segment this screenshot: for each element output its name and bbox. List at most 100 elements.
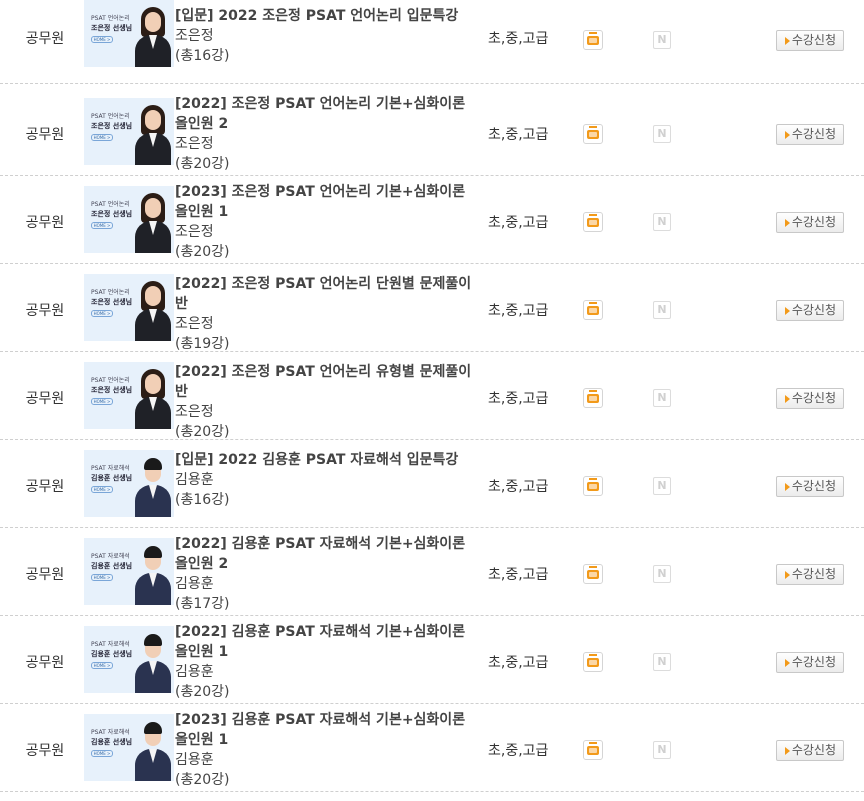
tv-icon[interactable] xyxy=(583,30,603,50)
level-label: 초,중,고급 xyxy=(488,391,549,407)
enroll-button[interactable]: 수강신청 xyxy=(776,300,844,321)
course-thumbnail[interactable]: PSAT 언어논리 조은정 선생님 HOME > xyxy=(84,362,174,429)
enroll-button[interactable]: 수강신청 xyxy=(776,564,844,585)
enroll-button[interactable]: 수강신청 xyxy=(776,30,844,51)
enroll-button[interactable]: 수강신청 xyxy=(776,388,844,409)
instructor-name: 조은정 xyxy=(175,316,214,332)
thumb-badge: HOME > xyxy=(91,486,113,493)
level-label: 초,중,고급 xyxy=(488,567,549,583)
tv-icon[interactable] xyxy=(583,564,603,584)
course-thumbnail[interactable]: PSAT 자료해석 김용훈 선생님 HOME > xyxy=(84,538,174,605)
level-label: 초,중,고급 xyxy=(488,31,549,47)
instructor-photo xyxy=(134,543,172,605)
thumb-subject: PSAT 언어논리 xyxy=(91,289,130,296)
instructor-photo xyxy=(134,279,172,341)
category-label: 공무원 xyxy=(25,655,65,671)
level-label: 초,중,고급 xyxy=(488,127,549,143)
mobile-n-icon[interactable]: N xyxy=(653,389,671,407)
category-label: 공무원 xyxy=(25,31,65,47)
instructor-photo xyxy=(134,367,172,429)
thumb-subject: PSAT 자료해석 xyxy=(91,641,130,648)
course-title[interactable]: [2022] 김용훈 PSAT 자료해석 기본+심화이론 올인원 2 xyxy=(175,534,480,574)
category-label: 공무원 xyxy=(25,303,65,319)
tv-icon[interactable] xyxy=(583,388,603,408)
instructor-name: 조은정 xyxy=(175,28,214,44)
course-thumbnail[interactable]: PSAT 자료해석 김용훈 선생님 HOME > xyxy=(84,626,174,693)
thumb-subject: PSAT 언어논리 xyxy=(91,15,130,22)
instructor-name: 김용훈 xyxy=(175,472,214,488)
thumb-badge: HOME > xyxy=(91,36,113,43)
course-title[interactable]: [2023] 김용훈 PSAT 자료해석 기본+심화이론 올인원 1 xyxy=(175,710,480,750)
course-row: 공무원 PSAT 언어논리 조은정 선생님 HOME > [2022] 조은정 … xyxy=(0,352,864,440)
mobile-n-icon[interactable]: N xyxy=(653,653,671,671)
enroll-button[interactable]: 수강신청 xyxy=(776,212,844,233)
instructor-photo xyxy=(134,631,172,693)
lecture-count: (총20강) xyxy=(175,684,230,700)
tv-icon[interactable] xyxy=(583,212,603,232)
course-row: 공무원 PSAT 자료해석 김용훈 선생님 HOME > [2022] 김용훈 … xyxy=(0,616,864,704)
instructor-name: 조은정 xyxy=(175,224,214,240)
thumb-badge: HOME > xyxy=(91,134,113,141)
instructor-name: 조은정 xyxy=(175,404,214,420)
mobile-n-icon[interactable]: N xyxy=(653,741,671,759)
lecture-count: (총17강) xyxy=(175,596,230,612)
arrow-right-icon xyxy=(785,659,790,667)
course-thumbnail[interactable]: PSAT 언어논리 조은정 선생님 HOME > xyxy=(84,274,174,341)
instructor-photo xyxy=(134,5,172,67)
tv-icon[interactable] xyxy=(583,300,603,320)
level-label: 초,중,고급 xyxy=(488,743,549,759)
course-row: 공무원 PSAT 자료해석 김용훈 선생님 HOME > [2022] 김용훈 … xyxy=(0,528,864,616)
thumb-badge: HOME > xyxy=(91,398,113,405)
mobile-n-icon[interactable]: N xyxy=(653,565,671,583)
arrow-right-icon xyxy=(785,219,790,227)
course-title[interactable]: [입문] 2022 조은정 PSAT 언어논리 입문특강 xyxy=(175,6,480,26)
arrow-right-icon xyxy=(785,571,790,579)
course-info: [2022] 조은정 PSAT 언어논리 유형별 문제풀이반 조은정 (총20강… xyxy=(175,362,480,442)
instructor-photo xyxy=(134,455,172,517)
category-label: 공무원 xyxy=(25,479,65,495)
lecture-count: (총20강) xyxy=(175,424,230,440)
course-thumbnail[interactable]: PSAT 언어논리 조은정 선생님 HOME > xyxy=(84,98,174,165)
category-label: 공무원 xyxy=(25,127,65,143)
tv-icon[interactable] xyxy=(583,124,603,144)
level-label: 초,중,고급 xyxy=(488,479,549,495)
course-thumbnail[interactable]: PSAT 언어논리 조은정 선생님 HOME > xyxy=(84,0,174,67)
thumb-badge: HOME > xyxy=(91,310,113,317)
mobile-n-icon[interactable]: N xyxy=(653,31,671,49)
thumb-badge: HOME > xyxy=(91,222,113,229)
enroll-button[interactable]: 수강신청 xyxy=(776,740,844,761)
mobile-n-icon[interactable]: N xyxy=(653,213,671,231)
tv-icon[interactable] xyxy=(583,476,603,496)
course-row: 공무원 PSAT 언어논리 조은정 선생님 HOME > [2022] 조은정 … xyxy=(0,264,864,352)
enroll-button[interactable]: 수강신청 xyxy=(776,652,844,673)
enroll-button[interactable]: 수강신청 xyxy=(776,476,844,497)
arrow-right-icon xyxy=(785,395,790,403)
course-thumbnail[interactable]: PSAT 언어논리 조은정 선생님 HOME > xyxy=(84,186,174,253)
mobile-n-icon[interactable]: N xyxy=(653,125,671,143)
course-row: 공무원 PSAT 자료해석 김용훈 선생님 HOME > [입문] 2022 김… xyxy=(0,440,864,528)
tv-icon[interactable] xyxy=(583,740,603,760)
mobile-n-icon[interactable]: N xyxy=(653,477,671,495)
mobile-n-icon[interactable]: N xyxy=(653,301,671,319)
category-label: 공무원 xyxy=(25,743,65,759)
course-title[interactable]: [입문] 2022 김용훈 PSAT 자료해석 입문특강 xyxy=(175,450,480,470)
course-title[interactable]: [2022] 조은정 PSAT 언어논리 기본+심화이론 올인원 2 xyxy=(175,94,480,134)
course-info: [2022] 김용훈 PSAT 자료해석 기본+심화이론 올인원 1 김용훈 (… xyxy=(175,622,480,702)
course-title[interactable]: [2022] 김용훈 PSAT 자료해석 기본+심화이론 올인원 1 xyxy=(175,622,480,662)
course-title[interactable]: [2023] 조은정 PSAT 언어논리 기본+심화이론 올인원 1 xyxy=(175,182,480,222)
course-row: 공무원 PSAT 언어논리 조은정 선생님 HOME > [2022] 조은정 … xyxy=(0,88,864,176)
course-list: 공무원 PSAT 언어논리 조은정 선생님 HOME > [입문] 2022 조… xyxy=(0,0,864,792)
course-row: 공무원 PSAT 언어논리 조은정 선생님 HOME > [2023] 조은정 … xyxy=(0,176,864,264)
level-label: 초,중,고급 xyxy=(488,215,549,231)
enroll-button[interactable]: 수강신청 xyxy=(776,124,844,145)
thumb-subject: PSAT 언어논리 xyxy=(91,377,130,384)
course-thumbnail[interactable]: PSAT 자료해석 김용훈 선생님 HOME > xyxy=(84,714,174,781)
course-title[interactable]: [2022] 조은정 PSAT 언어논리 유형별 문제풀이반 xyxy=(175,362,480,402)
course-thumbnail[interactable]: PSAT 자료해석 김용훈 선생님 HOME > xyxy=(84,450,174,517)
tv-icon[interactable] xyxy=(583,652,603,672)
thumb-name: 김용훈 선생님 xyxy=(91,650,133,658)
lecture-count: (총16강) xyxy=(175,492,230,508)
course-title[interactable]: [2022] 조은정 PSAT 언어논리 단원별 문제풀이반 xyxy=(175,274,480,314)
thumb-name: 조은정 선생님 xyxy=(91,210,133,218)
course-info: [2022] 조은정 PSAT 언어논리 기본+심화이론 올인원 2 조은정 (… xyxy=(175,94,480,174)
